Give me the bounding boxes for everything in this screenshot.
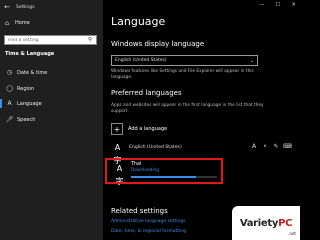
add-language-label: Add a language bbox=[128, 126, 168, 132]
maximize-icon[interactable]: ☐ bbox=[275, 2, 280, 8]
language-icon: A bbox=[7, 100, 12, 107]
sidebar-item-label: Date & time bbox=[17, 69, 48, 76]
main-pane: — ☐ ✕ Language Windows display language … bbox=[103, 0, 300, 240]
highlight-box bbox=[105, 158, 223, 184]
section-heading: Time & Language bbox=[5, 51, 55, 57]
add-language-button[interactable]: + Add a language bbox=[111, 122, 167, 136]
watermark-accent: PC bbox=[278, 217, 293, 229]
nav-home-label: Home bbox=[15, 19, 30, 26]
speech-icon: ⚬ bbox=[262, 143, 268, 150]
display-language-heading: Windows display language bbox=[111, 40, 205, 48]
display-icon: A bbox=[251, 143, 257, 150]
active-indicator bbox=[0, 99, 2, 108]
search-icon[interactable]: ⚲ bbox=[85, 37, 95, 43]
page-title: Language bbox=[111, 15, 166, 28]
search-input[interactable] bbox=[5, 36, 85, 44]
back-arrow-icon[interactable]: ← bbox=[0, 3, 14, 11]
display-language-description: Windows features like Settings and File … bbox=[111, 69, 254, 80]
sidebar-item-speech[interactable]: 🎤︎ Speech bbox=[0, 114, 103, 125]
language-item-english[interactable]: A字 English (United States) A ⚬ ✎ ⌨ bbox=[111, 139, 292, 165]
admin-language-settings-link[interactable]: Administrative language settings bbox=[111, 219, 186, 224]
regional-formatting-link[interactable]: Date, time, & regional formatting bbox=[111, 229, 186, 234]
watermark-logo: VarietyPC .net bbox=[232, 206, 300, 240]
nav-home[interactable]: ⌂ Home bbox=[0, 17, 103, 28]
search-box[interactable]: ⚲ bbox=[4, 35, 97, 45]
window-controls: — ☐ ✕ bbox=[259, 2, 296, 8]
window-title: Settings bbox=[16, 4, 35, 10]
sidebar-item-language[interactable]: A Language bbox=[0, 98, 103, 109]
sidebar-item-label: Region bbox=[17, 85, 35, 92]
sidebar-item-region[interactable]: ◯ Region bbox=[0, 83, 103, 94]
watermark-main: Variety bbox=[239, 217, 279, 229]
globe-icon: ◯ bbox=[6, 85, 13, 92]
language-name: English (United States) bbox=[129, 144, 182, 150]
watermark-suffix: .net bbox=[288, 231, 296, 236]
handwriting-icon: ✎ bbox=[273, 143, 279, 150]
keyboard-icon: ⌨ bbox=[283, 143, 292, 150]
related-settings-heading: Related settings bbox=[111, 207, 168, 215]
preferred-languages-description: Apps and websites will appear in the fir… bbox=[111, 103, 264, 114]
chevron-down-icon: ⌄ bbox=[249, 57, 254, 64]
plus-icon: + bbox=[111, 123, 123, 135]
display-language-value: English (United States) bbox=[115, 58, 167, 63]
home-icon: ⌂ bbox=[5, 18, 10, 27]
sidebar-item-label: Speech bbox=[17, 116, 36, 123]
minimize-icon[interactable]: — bbox=[259, 2, 265, 8]
sidebar: ← Settings ⌂ Home ⚲ Time & Language ◷ Da… bbox=[0, 0, 103, 240]
display-language-select[interactable]: English (United States) ⌄ bbox=[111, 55, 258, 66]
preferred-languages-heading: Preferred languages bbox=[111, 89, 182, 97]
sidebar-item-date-time[interactable]: ◷ Date & time bbox=[0, 67, 103, 78]
close-icon[interactable]: ✕ bbox=[291, 2, 296, 8]
microphone-icon: 🎤︎ bbox=[5, 116, 14, 123]
language-capabilities: A ⚬ ✎ ⌨ bbox=[250, 142, 292, 151]
calendar-clock-icon: ◷ bbox=[6, 69, 13, 76]
title-bar: ← Settings bbox=[0, 0, 103, 14]
language-glyph-icon: A字 bbox=[113, 142, 122, 165]
sidebar-item-label: Language bbox=[17, 100, 42, 107]
